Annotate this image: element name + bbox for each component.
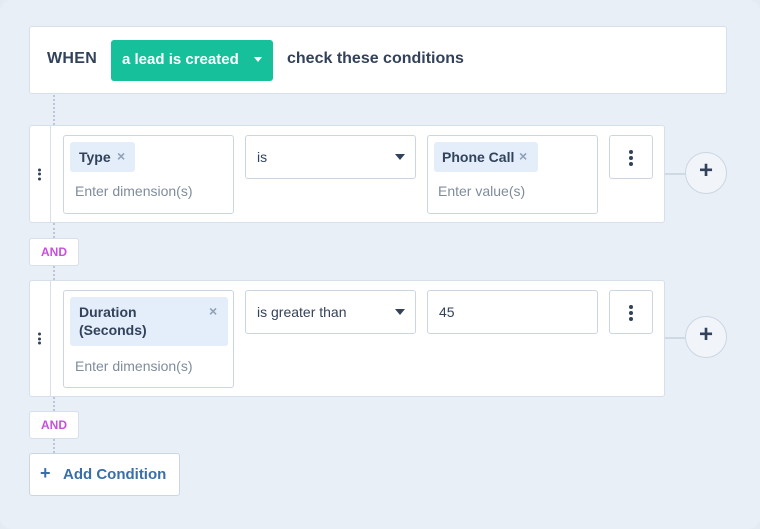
drag-handle-icon[interactable] — [30, 126, 51, 222]
dimension-field[interactable]: Type × Enter dimension(s) — [63, 135, 234, 214]
dimension-placeholder[interactable]: Enter dimension(s) — [75, 183, 193, 199]
when-label: WHEN — [47, 50, 98, 67]
add-branch-button[interactable]: + — [685, 316, 727, 358]
value-chip-label: Phone Call — [442, 149, 515, 165]
dimension-placeholder[interactable]: Enter dimension(s) — [75, 358, 193, 374]
value-placeholder[interactable]: Enter value(s) — [438, 183, 525, 199]
dimension-field[interactable]: Duration (Seconds) × Enter dimension(s) — [63, 290, 234, 388]
and-badge: AND — [29, 238, 79, 266]
connector-line — [53, 266, 55, 280]
plus-icon: + — [698, 157, 713, 184]
add-branch-button[interactable]: + — [685, 152, 727, 194]
condition-row: Duration (Seconds) × Enter dimension(s) … — [29, 280, 665, 397]
value-chip: Phone Call × — [434, 142, 538, 172]
value-text: 45 — [439, 304, 455, 320]
drag-handle-icon[interactable] — [30, 281, 51, 396]
remove-chip-icon[interactable]: × — [519, 148, 527, 164]
operator-value: is greater than — [257, 304, 347, 320]
caret-down-icon — [395, 309, 405, 315]
condition-row: Type × Enter dimension(s) is Phone Call … — [29, 125, 665, 223]
connector-line — [665, 173, 685, 175]
operator-value: is — [257, 149, 268, 165]
dimension-chip: Duration (Seconds) × — [70, 297, 228, 346]
dimension-chip: Type × — [70, 142, 135, 172]
value-input[interactable]: 45 — [427, 290, 598, 334]
trigger-tail-text: check these conditions — [287, 50, 464, 67]
vertical-dots-icon — [629, 303, 633, 323]
vertical-dots-icon — [629, 148, 633, 168]
connector-line — [53, 223, 55, 238]
operator-select[interactable]: is — [245, 135, 416, 179]
connector-line — [53, 439, 55, 453]
remove-chip-icon[interactable]: × — [117, 148, 125, 164]
dimension-chip-label-line1: Duration — [79, 304, 137, 320]
plus-icon: + — [698, 321, 713, 348]
connector-line — [665, 337, 685, 339]
dimension-chip-label-line2: (Seconds) — [79, 322, 147, 338]
caret-down-icon — [254, 57, 262, 62]
add-condition-label: Add Condition — [63, 466, 167, 483]
trigger-event-dropdown[interactable]: a lead is created — [111, 40, 273, 81]
remove-chip-icon[interactable]: × — [209, 303, 217, 319]
trigger-event-label: a lead is created — [122, 51, 239, 68]
more-options-button[interactable] — [609, 135, 653, 179]
operator-select[interactable]: is greater than — [245, 290, 416, 334]
trigger-bar: WHEN a lead is created check these condi… — [29, 26, 727, 94]
dimension-chip-label: Type — [79, 149, 111, 165]
connector-line — [53, 95, 55, 125]
and-badge: AND — [29, 411, 79, 439]
more-options-button[interactable] — [609, 290, 653, 334]
plus-icon: + — [40, 463, 51, 483]
caret-down-icon — [395, 154, 405, 160]
add-condition-button[interactable]: + Add Condition — [29, 453, 180, 496]
automation-builder: WHEN a lead is created check these condi… — [0, 0, 760, 529]
value-field[interactable]: Phone Call × Enter value(s) — [427, 135, 598, 214]
connector-line — [53, 397, 55, 411]
